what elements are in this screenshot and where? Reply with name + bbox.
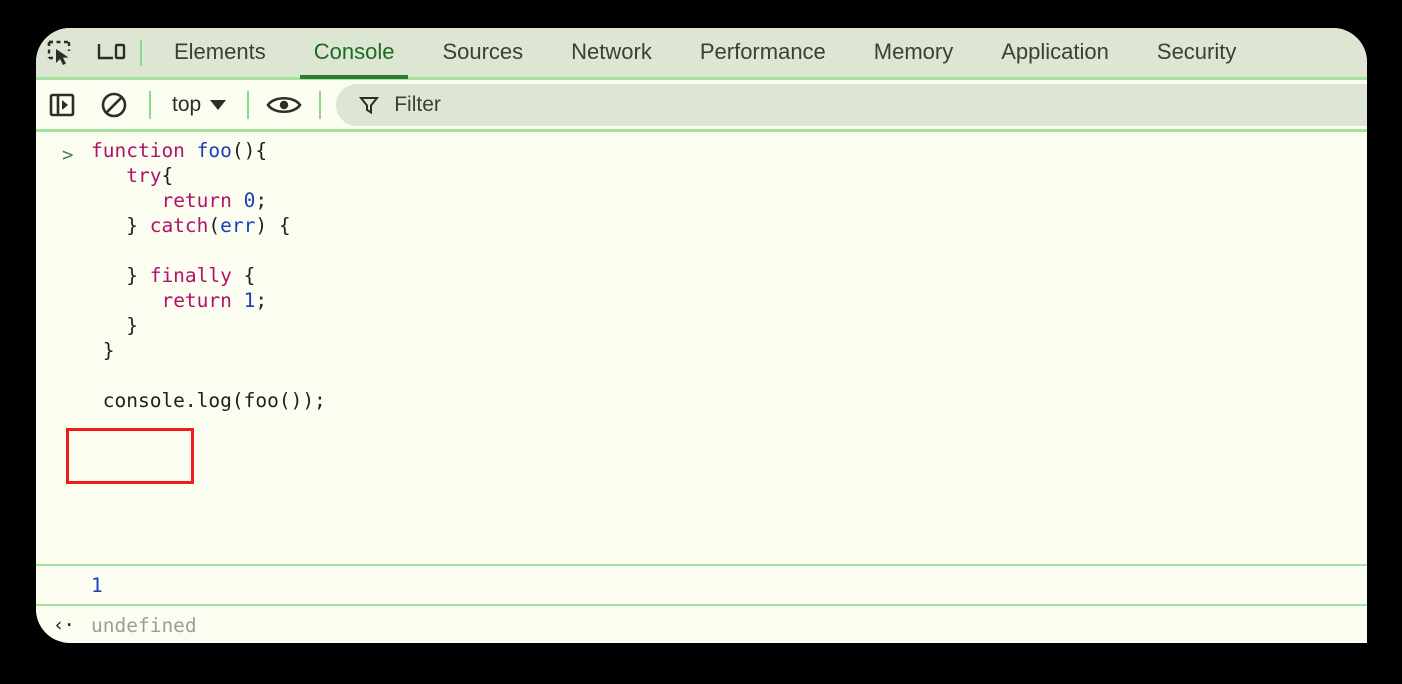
tabbar-divider xyxy=(140,39,142,66)
filter-input[interactable]: Filter xyxy=(336,83,1367,126)
return-arrow-icon: ‹· xyxy=(53,614,75,636)
code-line: } finally { xyxy=(36,263,1367,288)
log-output-value: 1 xyxy=(91,574,103,597)
devtools-tabbar: Elements Console Sources Network Perform… xyxy=(36,28,1367,80)
code-line: function foo(){ xyxy=(36,138,1367,163)
screenshot-root: Elements Console Sources Network Perform… xyxy=(0,0,1402,684)
code-token: return xyxy=(161,189,244,212)
tab-elements[interactable]: Elements xyxy=(150,28,290,79)
code-line: } catch(err) { xyxy=(36,213,1367,238)
code-token: } xyxy=(91,339,115,362)
tab-security[interactable]: Security xyxy=(1133,28,1260,79)
tab-network[interactable]: Network xyxy=(547,28,676,79)
code-line: try{ xyxy=(36,163,1367,188)
code-token: { xyxy=(161,164,174,187)
code-token: } xyxy=(91,264,150,287)
code-token: ( xyxy=(208,214,221,237)
toolbar-divider-3 xyxy=(319,90,322,119)
code-token: 0 xyxy=(243,189,256,212)
code-token: function xyxy=(91,139,197,162)
toolbar-divider-2 xyxy=(247,90,250,119)
live-expression-icon[interactable] xyxy=(258,79,310,131)
code-line: } xyxy=(36,338,1367,363)
code-token: try xyxy=(126,164,162,187)
code-token: err xyxy=(220,214,256,237)
tab-console[interactable]: Console xyxy=(290,28,419,79)
code-token: { xyxy=(231,264,256,287)
console-input-expression[interactable]: > function foo(){ try{ return 0; } catch… xyxy=(36,138,1367,413)
code-token: finally xyxy=(149,264,232,287)
execution-context-selector[interactable]: top xyxy=(160,88,238,122)
code-token: } xyxy=(91,314,138,337)
console-sidebar-toggle-icon[interactable] xyxy=(36,79,88,131)
code-line: return 0; xyxy=(36,188,1367,213)
execution-context-value: top xyxy=(172,92,202,116)
chevron-down-icon xyxy=(210,99,227,110)
console-toolbar: top Filter xyxy=(36,80,1367,132)
code-token: ; xyxy=(255,189,268,212)
code-token: 1 xyxy=(243,289,256,312)
console-output-area[interactable]: > function foo(){ try{ return 0; } catch… xyxy=(36,132,1367,640)
inspect-element-icon[interactable] xyxy=(36,28,86,79)
filter-placeholder: Filter xyxy=(394,92,441,116)
code-token: catch xyxy=(149,214,209,237)
device-toolbar-icon[interactable] xyxy=(86,28,136,79)
prompt-chevron-icon: > xyxy=(62,144,74,166)
devtools-panel: Elements Console Sources Network Perform… xyxy=(36,28,1367,643)
tab-performance[interactable]: Performance xyxy=(676,28,850,79)
code-token: return xyxy=(161,289,244,312)
tab-memory[interactable]: Memory xyxy=(850,28,977,79)
console-log-row: 1 xyxy=(36,564,1367,606)
toolbar-divider-1 xyxy=(149,90,151,119)
code-line: } xyxy=(36,313,1367,338)
code-token: console.log(foo()); xyxy=(91,389,326,412)
code-token: (){ xyxy=(231,139,268,162)
code-line: console.log(foo()); xyxy=(36,388,1367,413)
return-value: undefined xyxy=(91,613,197,637)
console-return-row: ‹· undefined xyxy=(36,610,1367,640)
code-token: ) { xyxy=(255,214,291,237)
filter-icon xyxy=(359,96,380,114)
code-token: } xyxy=(91,214,150,237)
tab-application[interactable]: Application xyxy=(977,28,1133,79)
code-token: ; xyxy=(255,289,268,312)
code-line: return 1; xyxy=(36,288,1367,313)
clear-console-icon[interactable] xyxy=(88,79,140,131)
code-token: foo xyxy=(196,139,232,162)
tab-sources[interactable]: Sources xyxy=(418,28,547,79)
